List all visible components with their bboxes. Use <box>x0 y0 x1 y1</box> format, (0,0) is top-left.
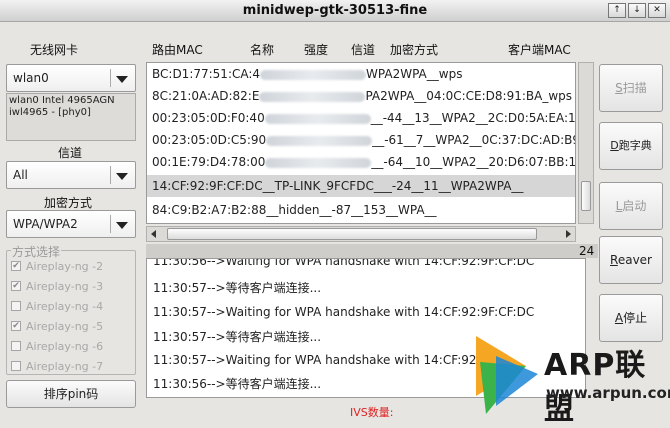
table-row[interactable]: 00:1E:79:D4:78:00 __-64__10__WPA2__20:D6:… <box>147 151 575 173</box>
arp-logo-icon <box>476 336 538 414</box>
vertical-scrollbar[interactable] <box>578 62 594 224</box>
minimize-button[interactable]: ↓ <box>628 3 646 18</box>
chevron-left-icon[interactable] <box>151 230 156 238</box>
method-checkbox[interactable]: Aireplay-ng -6 <box>11 338 103 354</box>
chevron-right-icon[interactable] <box>566 230 571 238</box>
chevron-down-icon <box>116 76 128 83</box>
ap-list[interactable]: BC:D1:77:51:CA:4 WPA2WPA__wps 8C:21:0A:AD… <box>146 62 576 224</box>
ivs-count-label: IVS数量: <box>350 406 394 419</box>
table-row-selected[interactable]: 14:CF:92:9F:CF:DC__TP-LINK_9FCFDC___-24_… <box>147 175 575 197</box>
col-channel[interactable]: 信道 <box>351 41 375 58</box>
checkbox-icon: ✔ <box>11 281 21 291</box>
window-title: minidwep-gtk-30513-fine <box>242 3 428 18</box>
method-checkbox[interactable]: Aireplay-ng -4 <box>11 298 103 314</box>
table-row[interactable]: 00:23:05:0D:F0:40 __-44__13__WPA2__2C:D0:… <box>147 107 575 129</box>
checkbox-icon <box>11 301 21 311</box>
encryption-select[interactable]: WPA/WPA2 <box>6 210 136 238</box>
checkbox-icon <box>11 341 21 351</box>
chevron-down-icon <box>116 222 128 229</box>
splitter-bar[interactable] <box>146 244 598 258</box>
method-checkbox[interactable]: Aireplay-ng -7 <box>11 358 103 374</box>
checkbox-icon: ✔ <box>11 261 21 271</box>
method-checkbox[interactable]: ✔ Aireplay-ng -2 <box>11 258 103 274</box>
count-label: 24 <box>579 244 595 258</box>
nic-info-line: wlan0 Intel 4965AGN <box>9 95 115 106</box>
log-line: 11:30:57-->等待客户端连接... <box>153 281 322 295</box>
dictionary-button[interactable]: D跑字典 <box>599 122 663 170</box>
col-name[interactable]: 名称 <box>250 41 274 58</box>
brand-url: www.arpun.com <box>546 384 670 402</box>
channel-select[interactable]: All <box>6 161 136 189</box>
method-group: 方式选择 ✔ Aireplay-ng -2 ✔ Aireplay-ng -3 Air… <box>6 243 136 375</box>
blurred-text <box>265 157 372 168</box>
close-button[interactable]: ✕ <box>648 3 666 18</box>
nic-value: wlan0 <box>13 71 49 85</box>
table-row[interactable]: BC:D1:77:51:CA:4 WPA2WPA__wps <box>147 63 575 85</box>
encryption-label: 加密方式 <box>44 196 93 210</box>
nic-select[interactable]: wlan0 <box>6 64 136 92</box>
table-row[interactable]: 8C:21:0A:AD:82:E PA2WPA__04:0C:CE:D8:91:B… <box>147 85 575 107</box>
nic-label: 无线网卡 <box>30 43 79 57</box>
scroll-thumb[interactable] <box>581 181 591 211</box>
table-row[interactable]: 84:C9:B2:A7:B2:88__hidden__-87__153__WPA… <box>147 199 575 221</box>
nic-info: wlan0 Intel 4965AGN iwl4965 - [phy0] <box>6 93 136 141</box>
log-line: 11:30:56-->Waiting for WPA handshake wit… <box>153 258 535 268</box>
method-checkbox[interactable]: ✔ Aireplay-ng -3 <box>11 278 103 294</box>
encryption-value: WPA/WPA2 <box>13 217 78 231</box>
watermark-logo: ARP联盟 www.arpun.com <box>466 326 670 427</box>
checkbox-icon: ✔ <box>11 321 21 331</box>
scan-button[interactable]: S扫描 <box>599 64 663 112</box>
launch-button[interactable]: L启动 <box>599 182 663 230</box>
pin-sort-button[interactable]: 排序pin码 <box>6 380 136 408</box>
log-line: 11:30:57-->Waiting for WPA handshake wit… <box>153 353 499 367</box>
col-strength[interactable]: 强度 <box>304 41 328 58</box>
method-checkbox[interactable]: ✔ Aireplay-ng -5 <box>11 318 103 334</box>
nic-info-line: iwl4965 - [phy0] <box>9 107 91 118</box>
table-row[interactable]: 00:23:05:0D:C5:90 __-61__7__WPA2__0C:37:D… <box>147 129 575 151</box>
maximize-button[interactable]: ↑ <box>608 3 626 18</box>
reaver-button[interactable]: Reaver <box>599 236 663 284</box>
col-client-mac[interactable]: 客户端MAC <box>508 41 571 58</box>
blurred-text <box>260 69 367 80</box>
title-bar[interactable]: minidwep-gtk-30513-fine ↑ ↓ ✕ <box>0 0 670 22</box>
col-encryption[interactable]: 加密方式 <box>390 41 438 58</box>
scroll-thumb[interactable] <box>167 228 537 240</box>
channel-label: 信道 <box>58 146 83 160</box>
checkbox-icon <box>11 361 21 371</box>
blurred-text <box>264 113 371 124</box>
log-line: 11:30:57-->Waiting for WPA handshake wit… <box>153 305 535 319</box>
horizontal-scrollbar[interactable] <box>146 226 576 242</box>
log-line: 11:30:57-->等待客户端连接... <box>153 330 322 344</box>
blurred-text <box>259 91 366 102</box>
chevron-down-icon <box>116 173 128 180</box>
log-line: 11:30:56-->等待客户端连接... <box>153 377 322 391</box>
blurred-text <box>266 135 373 146</box>
col-router-mac[interactable]: 路由MAC <box>152 41 203 58</box>
channel-value: All <box>13 168 28 182</box>
